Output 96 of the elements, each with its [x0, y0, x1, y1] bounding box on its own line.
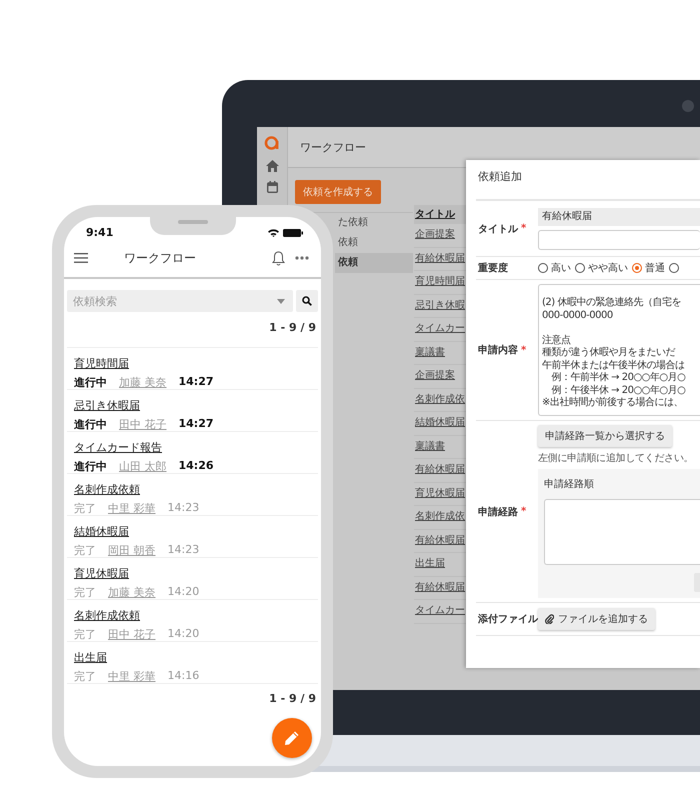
nav-item[interactable]: 依頼	[335, 233, 413, 253]
request-title-link[interactable]: 出生届	[74, 650, 107, 665]
time-text: 14:20	[168, 585, 200, 600]
radio-button[interactable]	[575, 263, 585, 273]
compose-button[interactable]	[272, 718, 312, 758]
add-file-button[interactable]: ファイルを追加する	[538, 608, 655, 630]
table-link[interactable]: 名刺作成依	[415, 511, 465, 522]
text-line: (2) 休暇中の緊急連絡先（自宅を	[542, 297, 682, 310]
radio-button[interactable]	[669, 263, 679, 273]
text-line: 午前半休または午後半休の場合は	[542, 360, 686, 372]
time-text: 14:20	[168, 627, 200, 642]
app-title: ワークフロー	[123, 250, 197, 266]
status-text: 完了	[74, 543, 96, 558]
home-icon[interactable]	[266, 160, 278, 172]
dialog-title: 依頼追加	[478, 170, 522, 183]
nav-item[interactable]: 依頼	[335, 253, 413, 273]
table-link[interactable]: 有給休暇届	[415, 252, 465, 264]
table-link[interactable]: 企画提案	[415, 370, 455, 381]
text-area[interactable]: (2) 休暇中の緊急連絡先（自宅を 000-0000-0000 注意点 種類が違う休暇や月をまたいだ 午前半休または午後半休の場合は 例：午前半休 → 20○○年○月○ 例：午後半休 → 20○○年○月○ ※出社時間が前後する場合には、	[538, 284, 700, 416]
calendar-icon[interactable]	[266, 181, 278, 193]
required-mark: *	[521, 506, 526, 517]
request-title-link[interactable]: 名刺作成依頼	[74, 482, 140, 497]
field-label: タイトル	[478, 222, 518, 236]
required-mark: *	[521, 344, 526, 356]
required-mark: *	[521, 223, 526, 234]
status-text: 進行中	[74, 417, 107, 432]
battery-icon	[283, 229, 303, 237]
radio-button[interactable]	[538, 263, 548, 273]
camera-lens	[682, 100, 694, 112]
value-field[interactable]: 有給休暇届	[538, 208, 700, 226]
more-icon[interactable]	[295, 256, 309, 260]
bell-icon[interactable]	[272, 250, 285, 266]
radio-label: 普通	[645, 262, 665, 275]
field-label: 申請経路	[478, 506, 518, 518]
table-link[interactable]: 有給休暇届	[415, 464, 465, 475]
table-link[interactable]: 稟議書	[415, 346, 445, 358]
paperclip-icon	[545, 614, 554, 624]
radio-button[interactable]	[632, 263, 642, 273]
result-count: 1 - 9 / 9	[268, 320, 317, 336]
time-text: 14:16	[168, 669, 200, 684]
time-text: 14:23	[168, 543, 200, 558]
request-title-link[interactable]: タイムカード報告	[74, 440, 162, 455]
request-title-link[interactable]: 育児時間届	[74, 356, 129, 371]
dropdown-caret-icon[interactable]	[277, 299, 285, 304]
status-text: 完了	[74, 585, 96, 600]
table-link[interactable]: タイムカー	[415, 323, 465, 334]
logo-icon	[264, 135, 280, 151]
radio-label: 高い	[551, 262, 571, 275]
status-time: 9:41	[86, 226, 114, 239]
time-text: 14:26	[178, 459, 214, 474]
status-text: 完了	[74, 501, 96, 516]
nav-item[interactable]: た依頼	[335, 213, 413, 233]
request-title-link[interactable]: 名刺作成依頼	[74, 608, 140, 623]
input-field[interactable]	[538, 230, 700, 250]
menu-icon[interactable]	[74, 253, 88, 263]
table-link[interactable]: 有給休暇届	[415, 534, 465, 546]
text-line: 注意点	[542, 334, 572, 346]
time-text: 14:27	[178, 375, 214, 390]
table-link[interactable]: 企画提案	[415, 229, 455, 240]
search-icon	[302, 296, 312, 306]
search-field[interactable]: 依頼検索	[67, 290, 293, 312]
field-label: 申請内容	[478, 343, 518, 357]
page-title: ワークフロー	[300, 140, 366, 154]
status-text: 進行中	[74, 375, 107, 390]
status-text: 完了	[74, 627, 96, 642]
hint-text: 左側に申請順に追加してください。	[538, 452, 694, 465]
table-link[interactable]: 育児休暇届	[415, 488, 465, 498]
request-title-link[interactable]: 結婚休暇届	[74, 524, 129, 539]
time-text: 14:27	[178, 417, 214, 432]
time-text: 14:23	[168, 501, 200, 516]
field-label: 重要度	[478, 261, 508, 275]
table-link[interactable]: 名刺作成依	[415, 394, 465, 404]
status-text: 完了	[74, 669, 96, 684]
text-line: 種類が違う休暇や月をまたいだ	[542, 347, 676, 360]
request-title-link[interactable]: 育児休暇届	[74, 566, 129, 581]
table-link[interactable]: 出生届	[415, 558, 445, 569]
table-link[interactable]: タイムカー	[415, 605, 465, 616]
search-button[interactable]	[296, 290, 318, 312]
panel-label: 申請経路順	[544, 478, 595, 491]
field-label: 添付ファイル	[478, 612, 538, 626]
table-link[interactable]: 忌引き休暇	[415, 300, 465, 310]
text-line: 例：午後半休 → 20○○年○月○	[550, 384, 686, 396]
table-link[interactable]: 稟議書	[415, 440, 445, 452]
wifi-icon	[268, 229, 279, 237]
status-text: 進行中	[74, 459, 107, 474]
result-count: 1 - 9 / 9	[268, 691, 317, 705]
table-link[interactable]: 育児時間届	[415, 276, 465, 287]
text-line: 例：午前半休 → 20○○年○月○	[550, 372, 686, 384]
pencil-icon	[284, 730, 300, 746]
route-select-button[interactable]: 申請経路一覧から選択する	[538, 425, 672, 447]
radio-label: やや高い	[588, 262, 628, 275]
text-line: 000-0000-0000	[542, 310, 614, 322]
table-link[interactable]: 結婚休暇届	[415, 417, 465, 428]
request-title-link[interactable]: 忌引き休暇届	[74, 398, 140, 413]
text-line: ※出社時間が前後する場合には、	[542, 397, 684, 410]
table-link[interactable]: 有給休暇届	[415, 582, 465, 592]
